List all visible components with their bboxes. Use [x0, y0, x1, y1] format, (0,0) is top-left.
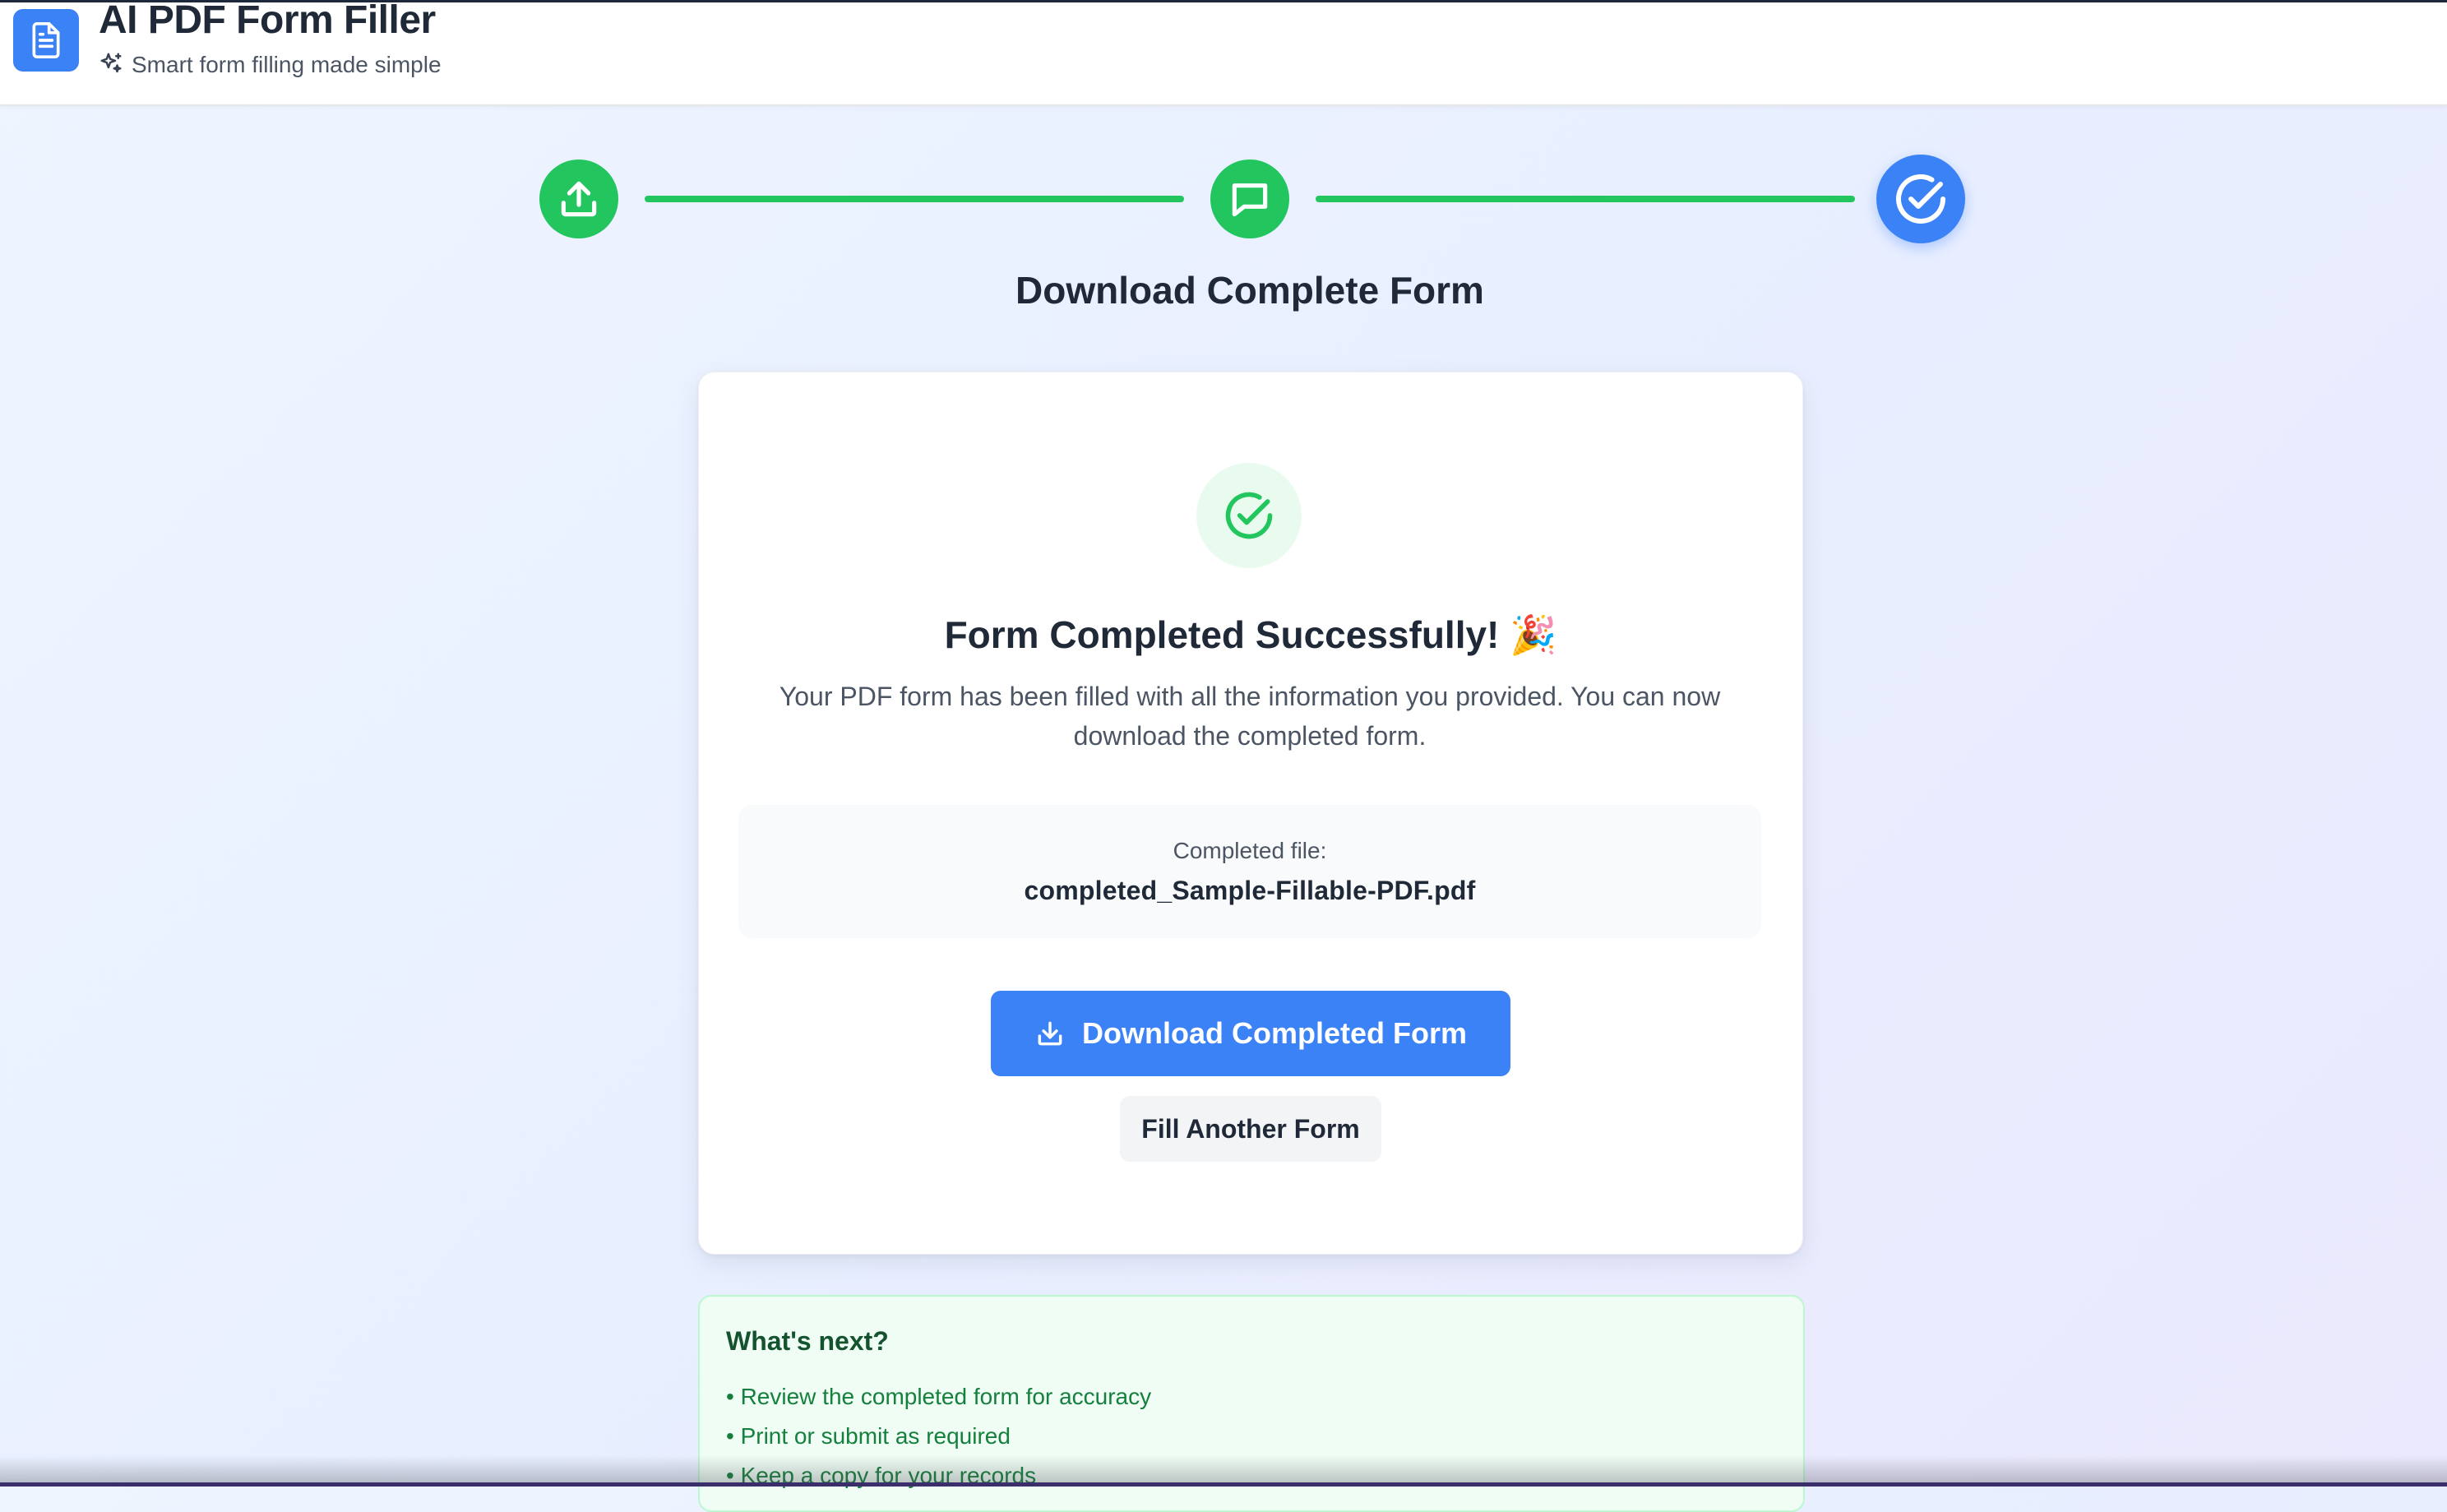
- download-icon: [1038, 1021, 1062, 1046]
- success-title: Form Completed Successfully! 🎉: [944, 613, 1557, 656]
- check-circle-icon: [1225, 492, 1273, 539]
- chat-icon: [1232, 183, 1268, 217]
- completed-file-box: Completed file: completed_Sample-Fillabl…: [738, 805, 1761, 938]
- app-header: AI PDF Form Filler Smart form filling ma…: [0, 0, 2447, 106]
- file-name: completed_Sample-Fillable-PDF.pdf: [1024, 876, 1476, 905]
- fill-another-button[interactable]: Fill Another Form: [1120, 1096, 1381, 1162]
- window-bottom-edge: [0, 1482, 2447, 1487]
- step-download: [1876, 155, 1965, 243]
- step-connector-2: [1316, 196, 1855, 202]
- download-button[interactable]: Download Completed Form: [991, 991, 1510, 1076]
- app-title: AI PDF Form Filler: [99, 0, 436, 42]
- sparkles-icon: [99, 51, 123, 80]
- step-title: Download Complete Form: [1015, 269, 1484, 312]
- upload-icon: [561, 181, 597, 217]
- app-subtitle-row: Smart form filling made simple: [99, 50, 442, 80]
- whats-next-title: What's next?: [726, 1326, 889, 1356]
- download-button-label: Download Completed Form: [1082, 1016, 1467, 1050]
- document-icon[interactable]: [13, 9, 79, 72]
- step-upload: [539, 160, 618, 238]
- list-item: • Review the completed form for accuracy: [726, 1384, 1152, 1409]
- file-label: Completed file:: [1173, 838, 1327, 863]
- app-subtitle: Smart form filling made simple: [132, 52, 442, 77]
- success-badge: [1196, 463, 1302, 568]
- success-description: Your PDF form has been filled with all t…: [779, 682, 1721, 751]
- completion-card: Form Completed Successfully! 🎉 Your PDF …: [698, 372, 1803, 1255]
- step-connector-1: [645, 196, 1184, 202]
- step-chat: [1210, 160, 1289, 238]
- check-circle-icon: [1896, 174, 1945, 224]
- list-item: • Print or submit as required: [726, 1423, 1011, 1449]
